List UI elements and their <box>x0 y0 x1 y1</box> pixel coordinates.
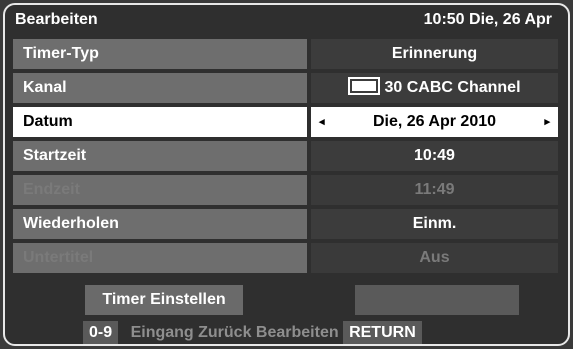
row-label: Endzeit <box>13 175 307 205</box>
row-value: Aus <box>311 243 558 273</box>
row-label: Timer-Typ <box>13 39 307 69</box>
row-endzeit: Endzeit 11:49 <box>13 175 558 205</box>
row-value[interactable]: 10:49 <box>311 141 558 171</box>
row-value[interactable]: ◂ Die, 26 Apr 2010 ▸ <box>311 107 558 137</box>
edit-dialog: Bearbeiten 10:50 Die, 26 Apr Timer-Typ E… <box>3 3 570 346</box>
row-startzeit[interactable]: Startzeit 10:49 <box>13 141 558 171</box>
row-datum[interactable]: Datum ◂ Die, 26 Apr 2010 ▸ <box>13 107 558 137</box>
row-wiederholen[interactable]: Wiederholen Einm. <box>13 209 558 239</box>
key-return: RETURN <box>343 321 422 344</box>
right-arrow-icon[interactable]: ▸ <box>544 107 550 137</box>
empty-field <box>355 285 519 315</box>
row-value: 11:49 <box>311 175 558 205</box>
tv-screen: Bearbeiten 10:50 Die, 26 Apr Timer-Typ E… <box>0 0 573 349</box>
footer-hint-text: Eingang Zurück Bearbeiten <box>130 324 339 341</box>
row-untertitel: Untertitel Aus <box>13 243 558 273</box>
header: Bearbeiten 10:50 Die, 26 Apr <box>5 5 568 35</box>
clock-display: 10:50 Die, 26 Apr <box>423 11 552 28</box>
row-label: Wiederholen <box>13 209 307 239</box>
channel-name: 30 CABC Channel <box>384 79 521 96</box>
left-arrow-icon[interactable]: ◂ <box>319 107 325 137</box>
row-value[interactable]: Erinnerung <box>311 39 558 69</box>
row-kanal[interactable]: Kanal 30 CABC Channel <box>13 73 558 103</box>
channel-logo-icon <box>348 76 381 95</box>
row-value[interactable]: Einm. <box>311 209 558 239</box>
row-label: Startzeit <box>13 141 307 171</box>
footer-hints: 0-9 Eingang Zurück Bearbeiten RETURN <box>83 321 422 344</box>
row-value[interactable]: 30 CABC Channel <box>311 73 558 103</box>
row-label: Kanal <box>13 73 307 103</box>
key-0-9: 0-9 <box>83 321 119 344</box>
set-timer-button[interactable]: Timer Einstellen <box>85 285 243 315</box>
dialog-title: Bearbeiten <box>15 11 98 28</box>
row-label: Datum <box>13 107 307 137</box>
row-timer-typ[interactable]: Timer-Typ Erinnerung <box>13 39 558 69</box>
date-value: Die, 26 Apr 2010 <box>372 113 497 130</box>
row-label: Untertitel <box>13 243 307 273</box>
